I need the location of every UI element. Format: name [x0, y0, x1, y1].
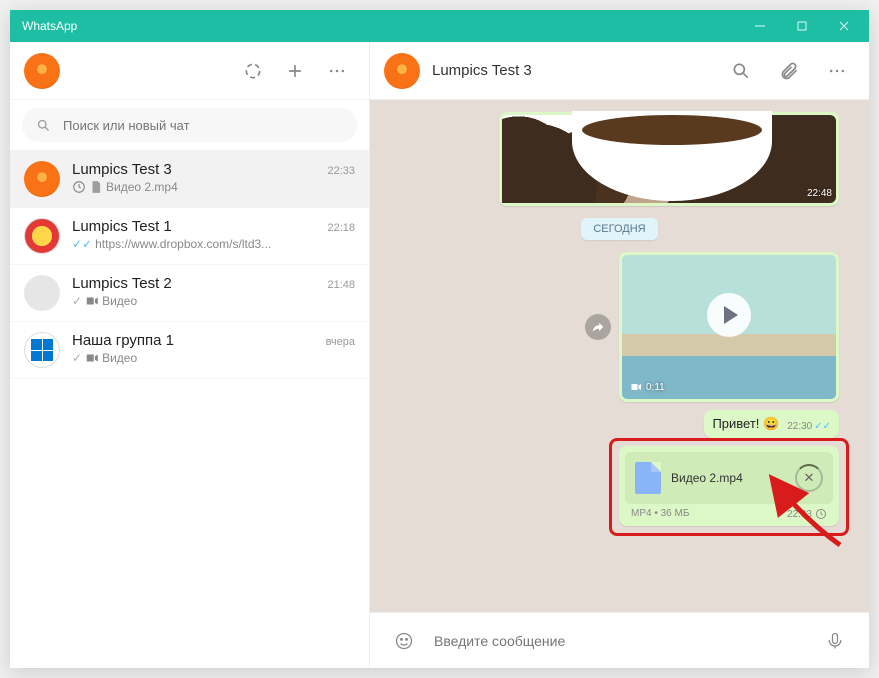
chat-name: Lumpics Test 3: [72, 161, 172, 178]
video-message[interactable]: 0:11: [619, 252, 839, 402]
chat-header: Lumpics Test 3: [370, 42, 869, 100]
composer: [370, 612, 869, 668]
forward-icon[interactable]: [585, 314, 611, 340]
sidebar: Lumpics Test 3 22:33 Видео 2.mp4: [10, 42, 370, 668]
document-icon: [89, 180, 103, 194]
search-wrap: [10, 100, 369, 151]
attach-icon[interactable]: [771, 53, 807, 89]
voice-icon[interactable]: [817, 623, 853, 659]
image-message[interactable]: 22:48: [499, 112, 839, 206]
read-ticks-icon: ✓✓: [72, 237, 92, 251]
chat-time: вчера: [326, 336, 355, 348]
message-text: Привет! 😀: [712, 416, 779, 432]
chat-item[interactable]: Lumpics Test 3 22:33 Видео 2.mp4: [10, 151, 369, 208]
chat-avatar: [24, 161, 60, 197]
message-time: 22:33: [787, 508, 827, 520]
file-name: Видео 2.mp4: [671, 471, 785, 485]
chat-name: Lumpics Test 1: [72, 218, 172, 235]
emoji-icon[interactable]: [386, 623, 422, 659]
search-input[interactable]: [63, 118, 343, 133]
chat-header-title: Lumpics Test 3: [432, 62, 711, 79]
chat-item[interactable]: Lumpics Test 1 22:18 ✓✓ https://www.drop…: [10, 208, 369, 265]
app-body: Lumpics Test 3 22:33 Видео 2.mp4: [10, 42, 869, 668]
sent-tick-icon: ✓: [72, 351, 82, 365]
chat-panel: Lumpics Test 3 22:48: [370, 42, 869, 668]
app-window: WhatsApp: [10, 10, 869, 668]
chat-avatar: [24, 218, 60, 254]
file-message[interactable]: Видео 2.mp4 ✕ MP4 • 36 МБ 22:33: [619, 446, 839, 526]
chat-item[interactable]: Lumpics Test 2 21:48 ✓ Видео: [10, 265, 369, 322]
clock-icon: [72, 180, 86, 194]
header-search-icon[interactable]: [723, 53, 759, 89]
close-button[interactable]: [823, 10, 865, 42]
chat-item[interactable]: Наша группа 1 вчера ✓ Видео: [10, 322, 369, 379]
chat-preview: Видео 2.mp4: [72, 180, 355, 194]
search-box[interactable]: [22, 108, 357, 142]
chat-time: 22:18: [327, 222, 355, 234]
menu-icon[interactable]: [319, 53, 355, 89]
chat-preview: ✓ Видео: [72, 294, 355, 308]
text-message[interactable]: Привет! 😀 22:30 ✓✓: [704, 410, 839, 438]
chat-preview: ✓✓ https://www.dropbox.com/s/ltd3...: [72, 237, 355, 251]
minimize-button[interactable]: [739, 10, 781, 42]
pending-icon: [815, 508, 827, 520]
chat-time: 21:48: [327, 279, 355, 291]
video-duration: 0:11: [630, 381, 665, 393]
chat-name: Lumpics Test 2: [72, 275, 172, 292]
titlebar: WhatsApp: [10, 10, 869, 42]
search-icon: [36, 118, 51, 133]
chat-list: Lumpics Test 3 22:33 Видео 2.mp4: [10, 151, 369, 668]
chat-time: 22:33: [327, 165, 355, 177]
new-chat-icon[interactable]: [277, 53, 313, 89]
file-icon: [635, 462, 661, 494]
message-input[interactable]: [434, 633, 805, 649]
maximize-button[interactable]: [781, 10, 823, 42]
date-separator: СЕГОДНЯ: [581, 218, 657, 240]
status-icon[interactable]: [235, 53, 271, 89]
video-icon: [85, 351, 99, 365]
chat-avatar: [24, 275, 60, 311]
messages-area[interactable]: 22:48 СЕГОДНЯ 0:11: [370, 100, 869, 612]
header-menu-icon[interactable]: [819, 53, 855, 89]
chat-preview: ✓ Видео: [72, 351, 355, 365]
sidebar-header: [10, 42, 369, 100]
read-ticks-icon: ✓✓: [814, 421, 831, 432]
message-time: 22:30 ✓✓: [787, 421, 831, 432]
sent-tick-icon: ✓: [72, 294, 82, 308]
chat-header-avatar[interactable]: [384, 53, 420, 89]
chat-name: Наша группа 1: [72, 332, 174, 349]
titlebar-title: WhatsApp: [22, 19, 739, 33]
camera-icon: [630, 381, 642, 393]
cancel-upload-button[interactable]: ✕: [795, 464, 823, 492]
video-icon: [85, 294, 99, 308]
chat-avatar: [24, 332, 60, 368]
message-time: 22:48: [807, 188, 832, 199]
my-avatar[interactable]: [24, 53, 60, 89]
file-meta: MP4 • 36 МБ: [631, 508, 689, 520]
play-icon[interactable]: [707, 293, 751, 337]
